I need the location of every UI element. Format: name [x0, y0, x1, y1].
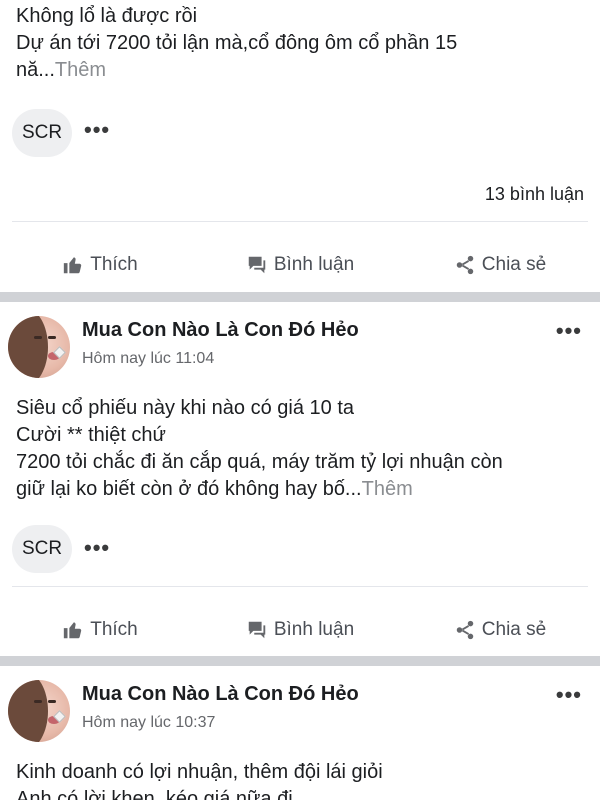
comment-bubble-icon — [248, 256, 266, 274]
action-bar: Thích Bình luận Chia sẻ — [0, 607, 600, 653]
post-line: Dự án tới 7200 tỏi lận mà,cổ đông ôm cổ … — [16, 32, 458, 54]
comment-button[interactable]: Bình luận — [200, 242, 400, 288]
stock-tag-chip[interactable]: SCR — [12, 525, 72, 573]
like-label: Thích — [90, 254, 138, 275]
divider — [12, 586, 588, 587]
post-separator — [0, 292, 600, 302]
post-timestamp[interactable]: Hôm nay lúc 10:37 — [82, 714, 215, 732]
tag-more-icon[interactable]: ••• — [84, 117, 110, 143]
share-label: Chia sẻ — [481, 254, 547, 275]
comment-bubble-icon — [248, 621, 266, 639]
post-line: Không lổ là được rồi — [16, 5, 198, 27]
post-separator — [0, 656, 600, 666]
post-timestamp[interactable]: Hôm nay lúc 11:04 — [82, 350, 214, 368]
post-line-last: giữ lại ko biết còn ở đó không hay bố...… — [16, 478, 413, 500]
author-name[interactable]: Mua Con Nào Là Con Đó Hẻo — [82, 319, 359, 342]
post-text: Không lổ là được rồi Dự án tới 7200 tỏi … — [16, 3, 457, 84]
tag-more-icon[interactable]: ••• — [84, 535, 110, 561]
post-line: Siêu cổ phiếu này khi nào có giá 10 ta — [16, 397, 355, 419]
like-button[interactable]: Thích — [0, 607, 200, 653]
share-icon — [456, 255, 474, 275]
like-label: Thích — [90, 619, 138, 640]
post-menu-icon[interactable]: ••• — [556, 318, 582, 344]
share-label: Chia sẻ — [481, 619, 547, 640]
post-text: Siêu cổ phiếu này khi nào có giá 10 ta C… — [16, 395, 503, 503]
like-button[interactable]: Thích — [0, 242, 200, 288]
post-2: Mua Con Nào Là Con Đó Hẻo Hôm nay lúc 11… — [0, 302, 600, 656]
post-3: Mua Con Nào Là Con Đó Hẻo Hôm nay lúc 10… — [0, 666, 600, 800]
post-text: Kinh doanh có lợi nhuận, thêm đội lái gi… — [16, 759, 383, 800]
divider — [12, 221, 588, 222]
share-icon — [456, 620, 474, 640]
post-line-last: nă...Thêm — [16, 59, 107, 81]
thumbs-up-icon — [64, 622, 82, 639]
post-line: Anh có lời khen, kéo giá nữa đi — [16, 788, 293, 800]
comment-button[interactable]: Bình luận — [200, 607, 400, 653]
post-menu-icon[interactable]: ••• — [556, 682, 582, 708]
action-bar: Thích Bình luận Chia sẻ — [0, 242, 600, 288]
avatar[interactable] — [8, 316, 70, 378]
post-line: 7200 tỏi chắc đi ăn cắp quá, máy trăm tỷ… — [16, 451, 503, 473]
comment-label: Bình luận — [273, 619, 355, 640]
see-more-link[interactable]: Thêm — [55, 59, 106, 81]
post-1: Không lổ là được rồi Dự án tới 7200 tỏi … — [0, 0, 600, 292]
comment-count[interactable]: 13 bình luận — [485, 184, 584, 205]
post-line: Cười ** thiệt chứ — [16, 424, 166, 446]
thumbs-up-icon — [64, 257, 82, 274]
share-button[interactable]: Chia sẻ — [400, 607, 600, 653]
author-name[interactable]: Mua Con Nào Là Con Đó Hẻo — [82, 683, 359, 706]
see-more-link[interactable]: Thêm — [362, 478, 413, 500]
share-button[interactable]: Chia sẻ — [400, 242, 600, 288]
comment-label: Bình luận — [273, 254, 355, 275]
avatar[interactable] — [8, 680, 70, 742]
post-line: Kinh doanh có lợi nhuận, thêm đội lái gi… — [16, 761, 383, 783]
stock-tag-chip[interactable]: SCR — [12, 109, 72, 157]
